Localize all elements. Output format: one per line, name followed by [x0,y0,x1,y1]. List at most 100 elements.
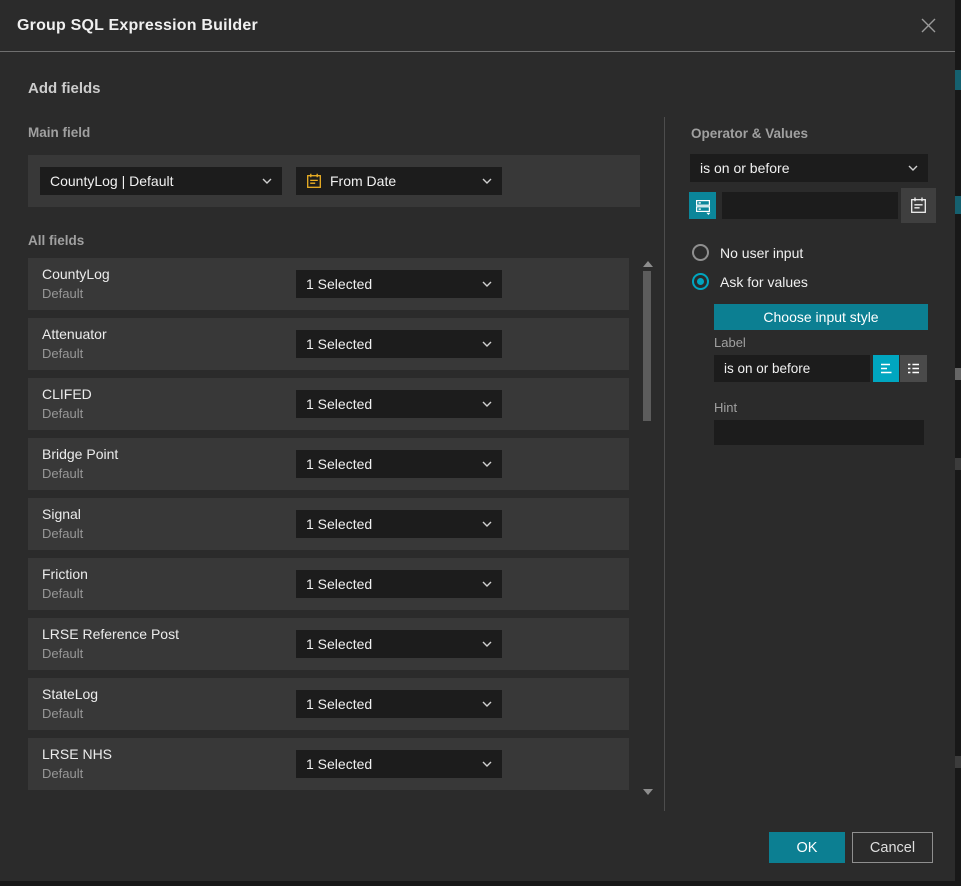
calendar-icon [909,196,928,215]
background-edge-strip [955,0,961,886]
scrollbar-up-arrow-icon[interactable] [643,261,653,267]
main-field-dropdown[interactable]: From Date [296,167,502,195]
chevron-down-icon [482,641,492,647]
layer-dropdown[interactable]: CountyLog | Default [40,167,282,195]
single-line-input-toggle[interactable] [873,355,899,382]
field-sub: Default [42,286,83,301]
chevron-down-icon [908,165,918,171]
date-picker-button[interactable] [901,188,936,223]
field-row: LRSE Reference Post Default 1 Selected [28,618,629,670]
background-sliver [955,756,961,768]
background-sliver [955,458,961,470]
main-field-panel: CountyLog | Default From Date [28,155,640,207]
panel-divider [664,117,665,811]
chevron-down-icon [482,341,492,347]
list-input-icon [905,360,922,377]
scrollbar-down-arrow-icon[interactable] [643,789,653,795]
radio-ask-for-values[interactable]: Ask for values [692,273,808,290]
all-fields-list: CountyLog Default 1 Selected Attenuator … [28,258,629,798]
radio-circle-icon[interactable] [692,244,709,261]
row-selected-dropdown[interactable]: 1 Selected [296,630,502,658]
cancel-button[interactable]: Cancel [852,832,933,863]
unique-values-button[interactable] [689,192,716,219]
dialog-title: Group SQL Expression Builder [17,17,258,35]
field-row: Attenuator Default 1 Selected [28,318,629,370]
field-sub: Default [42,406,83,421]
background-bottom-edge [0,881,961,886]
field-name: LRSE NHS [42,746,112,762]
main-field-label: Main field [28,125,90,140]
all-fields-label: All fields [28,233,84,248]
field-sub: Default [42,646,83,661]
close-button[interactable] [918,16,938,36]
scrollbar-thumb[interactable] [643,271,651,421]
label-input[interactable] [714,355,870,382]
operator-values-heading: Operator & Values [691,126,808,141]
field-row: CLIFED Default 1 Selected [28,378,629,430]
background-sliver [955,368,961,380]
label-caption: Label [714,335,746,350]
field-name: Bridge Point [42,446,118,462]
operator-dropdown[interactable]: is on or before [690,154,928,182]
field-sub: Default [42,526,83,541]
background-sliver [955,70,961,90]
hint-input[interactable] [714,420,924,445]
calendar-icon [306,173,322,189]
list-input-toggle[interactable] [900,355,927,382]
field-row: StateLog Default 1 Selected [28,678,629,730]
chevron-down-icon [482,761,492,767]
row-selected-dropdown[interactable]: 1 Selected [296,390,502,418]
field-sub: Default [42,586,83,601]
row-selected-dropdown[interactable]: 1 Selected [296,450,502,478]
chevron-down-icon [262,178,272,184]
field-row: Friction Default 1 Selected [28,558,629,610]
unique-values-icon [694,197,712,215]
field-row: CountyLog Default 1 Selected [28,258,629,310]
layer-dropdown-value: CountyLog | Default [50,173,254,189]
row-selected-dropdown[interactable]: 1 Selected [296,690,502,718]
row-selected-label: 1 Selected [306,336,474,352]
field-name: Friction [42,566,88,582]
field-row: LRSE NHS Default 1 Selected [28,738,629,790]
single-line-input-icon [878,360,895,377]
chevron-down-icon [482,521,492,527]
chevron-down-icon [482,581,492,587]
field-row: Bridge Point Default 1 Selected [28,438,629,490]
hint-caption: Hint [714,400,737,415]
radio-no-user-input[interactable]: No user input [692,244,803,261]
row-selected-label: 1 Selected [306,276,474,292]
field-sub: Default [42,466,83,481]
row-selected-dropdown[interactable]: 1 Selected [296,510,502,538]
field-name: StateLog [42,686,98,702]
operator-dropdown-value: is on or before [700,160,900,176]
field-sub: Default [42,766,83,781]
row-selected-label: 1 Selected [306,636,474,652]
radio-circle-checked-icon[interactable] [692,273,709,290]
field-name: LRSE Reference Post [42,626,179,642]
field-sub: Default [42,706,83,721]
radio-no-user-input-label: No user input [720,245,803,261]
chevron-down-icon [482,461,492,467]
field-name: CLIFED [42,386,92,402]
chevron-down-icon [482,701,492,707]
radio-ask-for-values-label: Ask for values [720,274,808,290]
close-icon [920,17,937,34]
row-selected-label: 1 Selected [306,576,474,592]
field-name: CountyLog [42,266,110,282]
row-selected-label: 1 Selected [306,396,474,412]
value-input[interactable] [722,192,898,219]
choose-input-style-button[interactable]: Choose input style [714,304,928,330]
field-sub: Default [42,346,83,361]
background-sliver [955,196,961,214]
main-field-dropdown-value: From Date [330,173,466,189]
add-fields-heading: Add fields [28,80,101,97]
list-scrollbar[interactable] [642,258,652,798]
row-selected-label: 1 Selected [306,456,474,472]
row-selected-dropdown[interactable]: 1 Selected [296,750,502,778]
row-selected-dropdown[interactable]: 1 Selected [296,270,502,298]
ok-button[interactable]: OK [769,832,845,863]
dialog-header: Group SQL Expression Builder [0,0,955,52]
group-sql-expression-builder-dialog: Group SQL Expression Builder Add fields … [0,0,961,886]
row-selected-dropdown[interactable]: 1 Selected [296,570,502,598]
row-selected-dropdown[interactable]: 1 Selected [296,330,502,358]
